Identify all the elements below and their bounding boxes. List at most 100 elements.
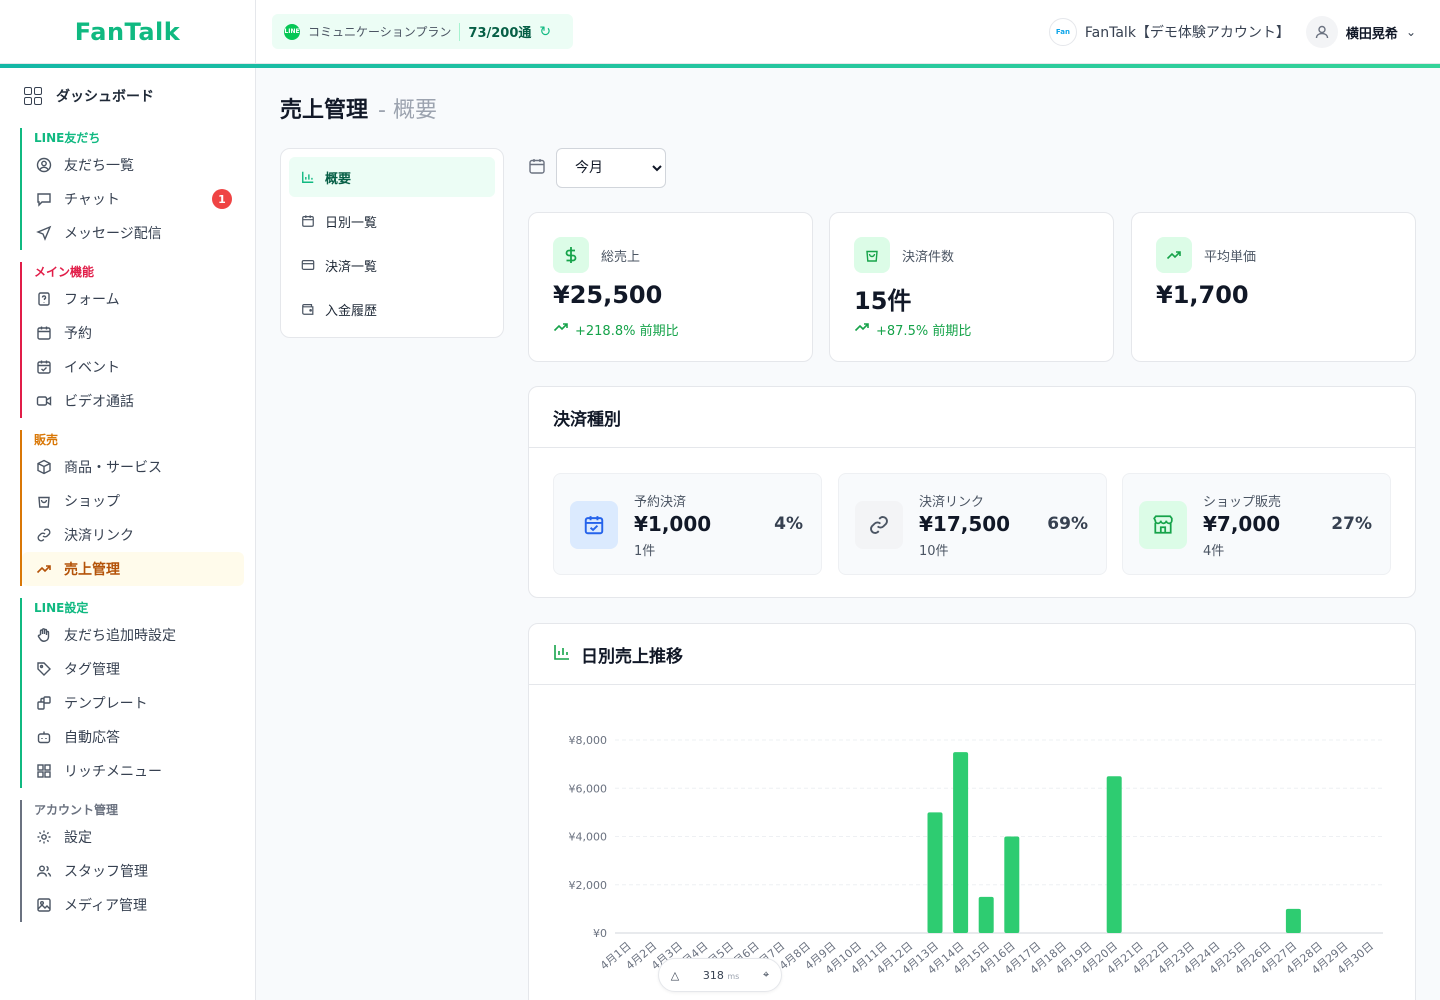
- sidebar-item-label: メッセージ配信: [64, 226, 162, 242]
- payment-type-count: 4件: [1203, 544, 1225, 559]
- app-logo[interactable]: FanTalk: [75, 18, 180, 46]
- chart-title: 日別売上推移: [553, 642, 683, 667]
- sidebar-item-label: 設定: [64, 830, 92, 846]
- sidebar-item[interactable]: 売上管理: [22, 552, 244, 586]
- trending-up-icon: [36, 561, 52, 577]
- send-icon: [36, 225, 52, 241]
- sidebar-item[interactable]: タグ管理: [22, 652, 244, 686]
- chart-bar[interactable]: [953, 752, 969, 933]
- page-title-text: 売上管理: [280, 98, 369, 123]
- sidebar-item-label: 友だち追加時設定: [64, 628, 176, 644]
- subnav-item[interactable]: 入金履歴: [289, 289, 495, 329]
- sidebar-group: LINE友だち 友だち一覧 チャット 1 メッセージ配信: [20, 128, 244, 250]
- sidebar-group: 販売 商品・サービス ショップ決済リンク売上管理: [20, 430, 244, 586]
- sidebar-item[interactable]: フォーム: [22, 282, 244, 316]
- sidebar-item[interactable]: メディア管理: [22, 888, 244, 922]
- account-name: FanTalk【デモ体験アカウント】: [1084, 25, 1290, 41]
- calendar-check-icon: [36, 359, 52, 375]
- sidebar-group-label: アカウント管理: [34, 803, 119, 817]
- subnav-item[interactable]: 概要: [289, 157, 495, 197]
- subnav-item[interactable]: 決済一覧: [289, 245, 495, 285]
- image-icon: [36, 897, 52, 913]
- payment-types-title: 決済種別: [553, 410, 621, 430]
- sidebar-item-label: 友だち一覧: [64, 158, 134, 174]
- sidebar-item-label: 商品・サービス: [64, 460, 162, 476]
- subnav-label: 日別一覧: [325, 215, 378, 231]
- sidebar-item[interactable]: 決済リンク: [22, 518, 244, 552]
- subnav-item[interactable]: 日別一覧: [289, 201, 495, 241]
- plan-label: コミュニケーションプラン: [308, 25, 452, 39]
- payment-types-card: 決済種別 予約決済 ¥1,000 1件 4% 決済リンク ¥17,500 10件 69% ショッ…: [528, 386, 1416, 598]
- user-menu[interactable]: 横田晃希 ⌄: [1305, 16, 1416, 48]
- subnav-label: 入金履歴: [325, 303, 378, 319]
- payment-type-name: 決済リンク: [919, 495, 985, 510]
- stat-head: 平均単価: [1156, 237, 1256, 273]
- page-subtitle: - 概要: [378, 98, 437, 123]
- stat-value: ¥1,700: [1156, 281, 1249, 309]
- tag-icon: [36, 661, 52, 677]
- users-icon: [36, 863, 52, 879]
- line-icon: LINE: [284, 23, 300, 40]
- sidebar-item[interactable]: 設定: [22, 820, 244, 854]
- sidebar-item-label: リッチメニュー: [64, 764, 162, 780]
- template-icon: [36, 695, 52, 711]
- plan-divider: [459, 22, 461, 41]
- sidebar-item[interactable]: 友だち追加時設定: [22, 618, 244, 652]
- period-select[interactable]: 今月: [556, 148, 666, 188]
- divider: [529, 684, 1415, 685]
- unread-badge: 1: [212, 189, 232, 209]
- stat-value: ¥25,500: [553, 281, 663, 309]
- sidebar-item[interactable]: チャット 1: [22, 182, 244, 216]
- dollar-icon: [553, 237, 589, 273]
- divider: [529, 447, 1415, 448]
- y-tick-label: ¥0: [593, 927, 607, 940]
- sidebar-item[interactable]: スタッフ管理: [22, 854, 244, 888]
- sidebar-item-label: 売上管理: [64, 562, 120, 578]
- sidebar-item[interactable]: ビデオ通話: [22, 384, 244, 418]
- sidebar-item-label: テンプレート: [64, 696, 148, 712]
- payment-type-box: 予約決済 ¥1,000 1件 4%: [553, 473, 822, 575]
- sidebar-item[interactable]: リッチメニュー: [22, 754, 244, 788]
- bar-chart-icon: [553, 643, 571, 666]
- sidebar: ダッシュボード LINE友だち 友だち一覧 チャット 1 メッセージ配信 メイン機能 フォー…: [0, 68, 256, 1000]
- stat-label: 平均単価: [1204, 249, 1257, 265]
- perf-indicator[interactable]: △ 318 ms ⌖: [658, 958, 782, 992]
- sidebar-item[interactable]: 自動応答: [22, 720, 244, 754]
- sidebar-item[interactable]: ショップ: [22, 484, 244, 518]
- stat-head: 総売上: [553, 237, 640, 273]
- sidebar-item-label: 予約: [64, 326, 92, 342]
- trending-up-icon: [854, 319, 870, 339]
- chart-bar[interactable]: [1285, 908, 1301, 933]
- sidebar-item[interactable]: イベント: [22, 350, 244, 384]
- sidebar-item[interactable]: テンプレート: [22, 686, 244, 720]
- sidebar-item[interactable]: 商品・サービス: [22, 450, 244, 484]
- stat-change-text: +218.8% 前期比: [575, 323, 679, 339]
- sidebar-item-label: チャット: [64, 192, 120, 208]
- payment-type-amount: ¥7,000: [1203, 512, 1281, 536]
- plan-status: LINE コミュニケーションプラン 73/200通 ↻: [272, 14, 573, 49]
- sidebar-item-label: 決済リンク: [64, 528, 134, 544]
- sidebar-item[interactable]: メッセージ配信: [22, 216, 244, 250]
- dashboard-icon: [24, 87, 42, 105]
- account-switcher[interactable]: Fan FanTalk【デモ体験アカウント】: [1048, 18, 1290, 46]
- stat-head: 決済件数: [854, 237, 954, 273]
- sidebar-item-label: ショップ: [64, 494, 120, 510]
- sidebar-item[interactable]: 予約: [22, 316, 244, 350]
- payment-type-percent: 4%: [774, 514, 803, 534]
- sidebar-item-dashboard[interactable]: ダッシュボード: [24, 86, 154, 106]
- chart-bar[interactable]: [1004, 836, 1020, 934]
- chart-bar[interactable]: [978, 896, 994, 933]
- link-icon: [855, 501, 903, 549]
- stat-card: 総売上 ¥25,500 +218.8% 前期比: [528, 212, 813, 362]
- sidebar-item[interactable]: 友だち一覧: [22, 148, 244, 182]
- refresh-icon[interactable]: ↻: [539, 24, 551, 40]
- chart-bar[interactable]: [1106, 776, 1122, 933]
- daily-sales-chart-card: 日別売上推移 ¥0 ¥2,000 ¥4,000 ¥6,000 ¥8,000 4月1日 4月2…: [528, 623, 1416, 1000]
- gear-icon: [36, 829, 52, 845]
- payment-type-count: 1件: [634, 544, 656, 559]
- calendar-check-icon: [570, 501, 618, 549]
- stat-label: 総売上: [601, 249, 641, 265]
- chart-bar[interactable]: [927, 812, 943, 933]
- stat-value: 15件: [854, 287, 912, 315]
- sidebar-group-label: 販売: [34, 433, 59, 447]
